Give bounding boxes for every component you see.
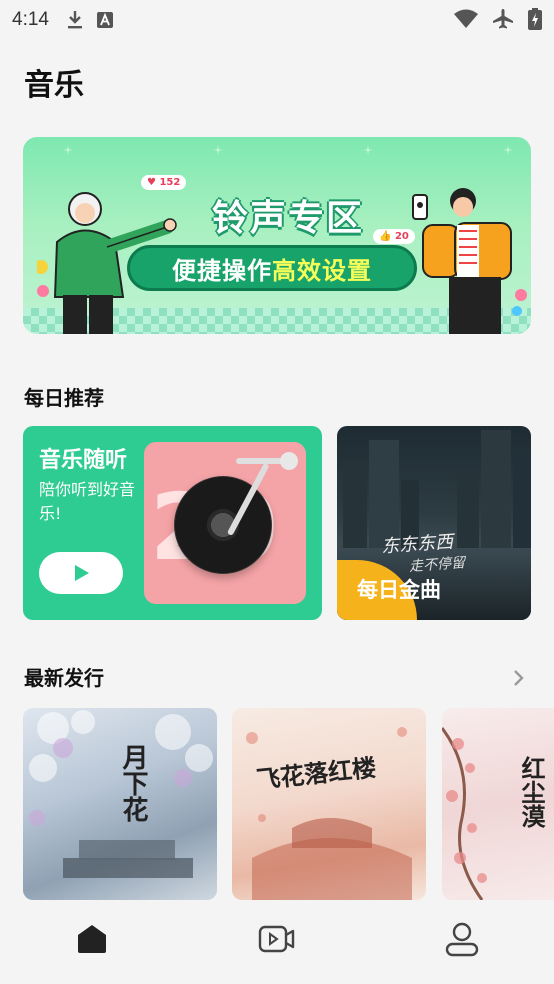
album-title-3: 红尘漠 bbox=[517, 756, 546, 828]
play-icon bbox=[75, 565, 89, 581]
album-card[interactable]: 飞花落红楼 bbox=[232, 708, 426, 900]
banner-headline: 铃声专区 bbox=[211, 198, 364, 239]
home-icon bbox=[78, 925, 107, 953]
new-releases-title: 最新发行 bbox=[24, 666, 104, 690]
building-5 bbox=[481, 430, 511, 550]
banner-pill-highlight: 高效设置 bbox=[272, 256, 372, 285]
daily-hits-label: 每日金曲 bbox=[357, 578, 441, 602]
nav-profile[interactable] bbox=[432, 914, 492, 964]
battery-charging-icon bbox=[528, 8, 542, 34]
more-chevron-icon[interactable] bbox=[512, 668, 526, 692]
album-card[interactable]: 月下花 bbox=[23, 708, 217, 900]
man-illustration bbox=[412, 188, 527, 334]
status-bar: 4:14 bbox=[0, 0, 554, 40]
random-listen-subtitle: 陪你听到好音乐! bbox=[39, 480, 136, 523]
random-listen-card[interactable]: 音乐随听 陪你听到好音乐! 20 bbox=[23, 426, 322, 620]
building-1 bbox=[343, 460, 367, 550]
airplane-icon bbox=[492, 8, 514, 34]
video-icon bbox=[258, 925, 295, 953]
vinyl-cover: 20 bbox=[144, 442, 306, 604]
banner-pill-prefix: 便捷操作 bbox=[172, 256, 272, 285]
status-time: 4:14 bbox=[12, 9, 49, 30]
page-title: 音乐 bbox=[24, 68, 84, 103]
banner-pill: 便捷操作 高效设置 bbox=[127, 245, 417, 291]
nav-video[interactable] bbox=[247, 914, 307, 964]
album-title-1: 月下花 bbox=[118, 744, 148, 822]
vinyl-record-icon bbox=[174, 476, 272, 574]
album-art-2 bbox=[246, 727, 412, 900]
wifi-icon bbox=[454, 9, 478, 33]
bottom-nav bbox=[0, 902, 554, 984]
daily-hits-card[interactable]: 东东东西 走不停留 每日金曲 bbox=[337, 426, 531, 620]
download-icon bbox=[67, 10, 83, 30]
sparkle-decoration bbox=[63, 145, 513, 155]
nav-home[interactable] bbox=[62, 914, 122, 964]
building-6 bbox=[513, 454, 531, 550]
font-notification-icon bbox=[96, 12, 113, 28]
tonearm-base bbox=[280, 452, 298, 470]
building-4 bbox=[457, 470, 479, 550]
album-card[interactable]: 红尘漠 bbox=[442, 708, 554, 900]
profile-icon bbox=[445, 922, 478, 957]
like-badge-left: ♥ 152 bbox=[141, 175, 187, 190]
daily-section-title: 每日推荐 bbox=[24, 386, 104, 410]
random-listen-title: 音乐随听 bbox=[39, 448, 128, 473]
gold-script-line2: 走不停留 bbox=[408, 555, 466, 575]
status-indicators bbox=[454, 8, 542, 34]
ringtone-banner[interactable]: ♥ 152 👍 20 铃声专区 便捷操作 高效设置 bbox=[23, 137, 531, 334]
play-button[interactable] bbox=[39, 552, 123, 594]
